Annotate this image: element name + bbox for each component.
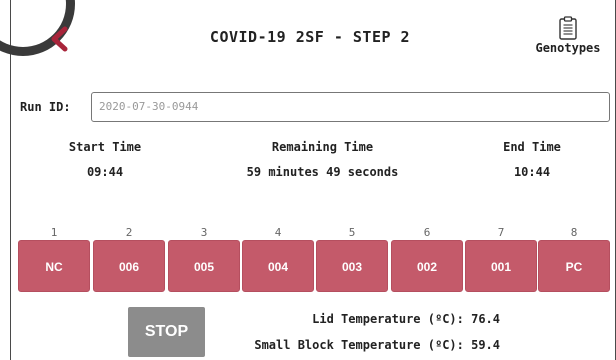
run-id-label: Run ID: bbox=[20, 100, 71, 114]
start-time-block: Start Time 09:44 bbox=[45, 140, 165, 179]
well-2: 2 006 bbox=[93, 226, 165, 292]
page-title: COVID-19 2SF - STEP 2 bbox=[209, 28, 411, 46]
well-8: 8 PC bbox=[538, 226, 610, 292]
chevron-left-icon bbox=[51, 26, 68, 52]
well-number: 5 bbox=[348, 226, 356, 239]
well-6: 6 002 bbox=[391, 226, 463, 292]
well-button[interactable]: 006 bbox=[93, 240, 165, 292]
well-number: 2 bbox=[125, 226, 133, 239]
start-time-value: 09:44 bbox=[86, 165, 124, 179]
end-time-value: 10:44 bbox=[513, 165, 551, 179]
well-button[interactable]: 005 bbox=[168, 240, 240, 292]
well-3: 3 005 bbox=[168, 226, 240, 292]
well-number: 3 bbox=[200, 226, 208, 239]
remaining-time-value: 59 minutes 49 seconds bbox=[246, 165, 399, 179]
stop-button[interactable]: STOP bbox=[128, 307, 205, 357]
well-4: 4 004 bbox=[242, 226, 314, 292]
end-time-label: End Time bbox=[503, 140, 561, 154]
well-1: 1 NC bbox=[18, 226, 90, 292]
well-number: 4 bbox=[274, 226, 282, 239]
well-number: 6 bbox=[423, 226, 431, 239]
end-time-block: End Time 10:44 bbox=[472, 140, 592, 179]
clipboard-icon bbox=[559, 16, 577, 40]
well-number: 7 bbox=[497, 226, 505, 239]
run-id-field[interactable]: 2020-07-30-0944 bbox=[91, 92, 610, 122]
remaining-time-block: Remaining Time 59 minutes 49 seconds bbox=[200, 140, 445, 179]
well-5: 5 003 bbox=[316, 226, 388, 292]
well-strip: 1 NC 2 006 3 005 4 004 5 003 6 002 7 001… bbox=[18, 226, 610, 292]
well-number: 8 bbox=[570, 226, 578, 239]
small-block-temperature: Small Block Temperature (ºC): 59.4 bbox=[254, 338, 500, 352]
well-button[interactable]: PC bbox=[538, 240, 610, 292]
lid-temperature: Lid Temperature (ºC): 76.4 bbox=[312, 312, 500, 326]
well-button[interactable]: 004 bbox=[242, 240, 314, 292]
well-button[interactable]: NC bbox=[18, 240, 90, 292]
start-time-label: Start Time bbox=[68, 140, 142, 154]
back-button[interactable] bbox=[46, 24, 76, 54]
genotypes-label: Genotypes bbox=[535, 41, 601, 55]
well-7: 7 001 bbox=[465, 226, 537, 292]
well-number: 1 bbox=[50, 226, 58, 239]
well-button[interactable]: 001 bbox=[465, 240, 537, 292]
well-button[interactable]: 002 bbox=[391, 240, 463, 292]
genotypes-button[interactable]: Genotypes bbox=[526, 16, 610, 55]
remaining-time-label: Remaining Time bbox=[271, 140, 374, 154]
well-button[interactable]: 003 bbox=[316, 240, 388, 292]
temperature-readout: Lid Temperature (ºC): 76.4 Small Block T… bbox=[254, 311, 500, 360]
